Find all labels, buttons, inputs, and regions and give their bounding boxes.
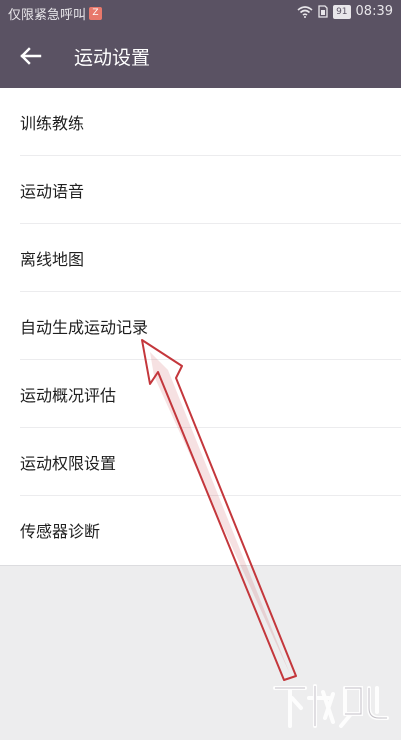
list-item-overview-assessment[interactable]: 运动概况评估 xyxy=(20,360,401,428)
notification-badge-icon: Z xyxy=(89,7,103,20)
settings-list: 训练教练 运动语音 离线地图 自动生成运动记录 运动概况评估 运动权限设置 传感… xyxy=(0,88,401,566)
list-item-offline-map[interactable]: 离线地图 xyxy=(20,224,401,292)
list-item-training-coach[interactable]: 训练教练 xyxy=(20,88,401,156)
list-item-label: 运动权限设置 xyxy=(20,454,117,473)
list-item-label: 运动语音 xyxy=(20,182,85,201)
sim-card-icon xyxy=(318,5,328,18)
carrier-text: 仅限紧急呼叫 xyxy=(8,8,87,23)
back-button[interactable] xyxy=(14,40,46,72)
list-item-label: 运动概况评估 xyxy=(20,386,117,405)
list-item-permissions[interactable]: 运动权限设置 xyxy=(20,428,401,496)
list-item-label: 训练教练 xyxy=(20,114,85,133)
list-item-auto-record[interactable]: 自动生成运动记录 xyxy=(20,292,401,360)
time: 08:39 xyxy=(355,4,393,19)
battery-icon: 91 xyxy=(333,4,351,19)
list-item-sport-voice[interactable]: 运动语音 xyxy=(20,156,401,224)
xiazaiba-watermark-logo xyxy=(273,684,389,728)
list-item-label: 传感器诊断 xyxy=(20,522,101,541)
status-right: 91 08:39 xyxy=(297,4,393,19)
list-item-label: 离线地图 xyxy=(20,250,85,269)
page-title: 运动设置 xyxy=(74,47,151,69)
list-item-sensor-diagnosis[interactable]: 传感器诊断 xyxy=(20,496,401,563)
wifi-icon xyxy=(297,5,313,18)
app-bar: 运动设置 xyxy=(0,24,401,88)
list-item-label: 自动生成运动记录 xyxy=(20,318,149,337)
status-left: 仅限紧急呼叫 Z xyxy=(8,4,103,23)
arrow-left-icon xyxy=(20,47,42,65)
status-bar: 仅限紧急呼叫 Z 91 08:39 xyxy=(0,0,401,24)
